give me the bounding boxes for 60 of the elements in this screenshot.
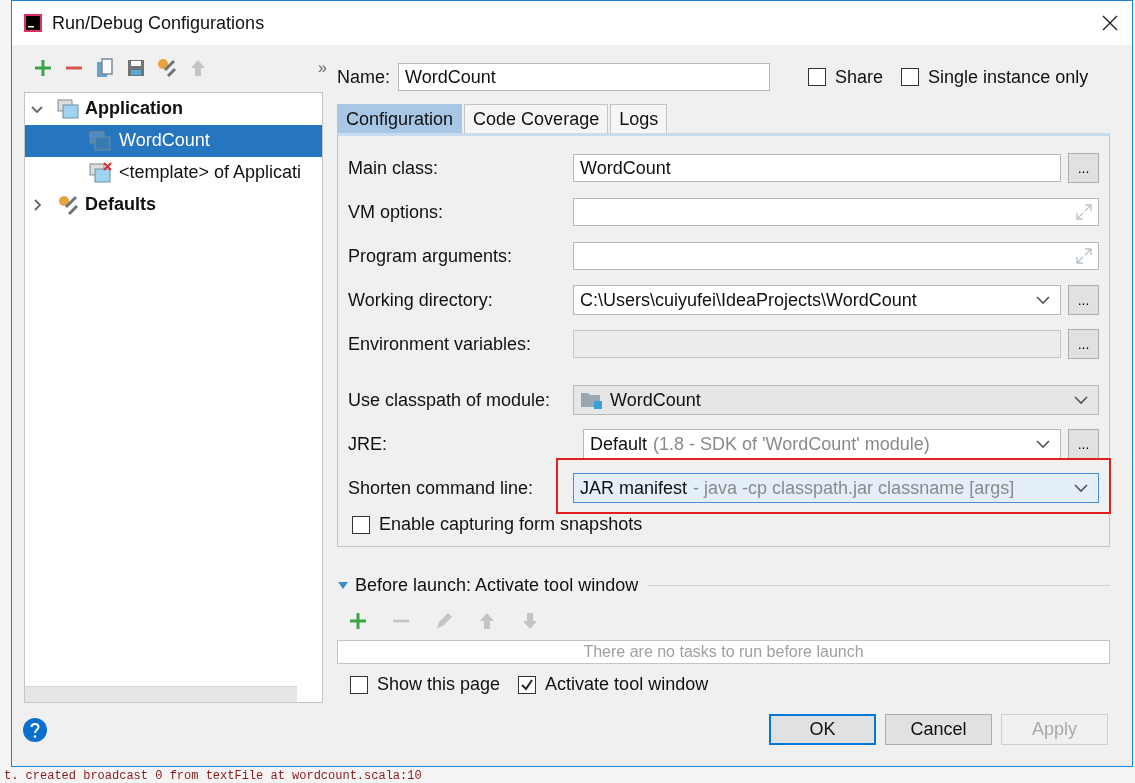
tree-item[interactable]: Application [25, 92, 322, 125]
field-label: JRE: [348, 433, 388, 455]
module-dropdown[interactable]: WordCount [573, 385, 1099, 415]
checkbox[interactable]: Show this page [350, 674, 501, 695]
caret-icon[interactable] [1074, 395, 1088, 405]
add-icon[interactable] [347, 610, 369, 632]
chevron-icon[interactable] [31, 198, 43, 211]
help-icon[interactable] [23, 717, 47, 742]
console-text: t. created broadcast 0 from textFile at wordcount.scala:10 [4, 769, 422, 783]
text-field[interactable]: WordCount [573, 154, 1061, 182]
scrollbar[interactable] [25, 686, 297, 702]
dialog-button[interactable]: Cancel [885, 714, 992, 745]
expand-icon[interactable] [1076, 204, 1092, 220]
section-title: Before launch: Activate tool window [355, 575, 639, 596]
dropdown[interactable]: Default (1.8 - SDK of 'WordCount' module) [583, 429, 1061, 459]
tree-item[interactable]: <template> of Applicati [25, 156, 322, 189]
browse-button[interactable]: ... [1068, 285, 1099, 315]
wrench-icon [57, 194, 79, 215]
field-label: Program arguments: [348, 245, 514, 267]
window-icon [57, 98, 79, 119]
tab[interactable]: Configuration [337, 104, 463, 133]
caret-icon[interactable] [1036, 439, 1050, 449]
dropdown[interactable]: JAR manifest - java -cp classpath.jar classname [args] [573, 473, 1099, 503]
check-icon [520, 677, 535, 692]
tree-item[interactable]: WordCount [25, 124, 322, 157]
field-label: Working directory: [348, 289, 494, 311]
template-icon [89, 161, 113, 184]
dropdown[interactable]: C:\Users\cuiyufei\IdeaProjects\WordCount [573, 285, 1061, 315]
checkbox[interactable]: Activate tool window [518, 674, 709, 695]
empty-list-text: There are no tasks to run before launch [583, 643, 864, 661]
window-icon [89, 129, 113, 152]
text-field[interactable] [573, 198, 1099, 226]
field-label: Shorten command line: [348, 477, 535, 499]
field-label: VM options: [348, 201, 445, 223]
folder-icon [580, 390, 604, 410]
field-label: Main class: [348, 157, 440, 179]
checkbox[interactable]: Enable capturing form snapshots [352, 514, 1099, 535]
tree-item[interactable]: Defaults [25, 188, 322, 221]
caret-icon[interactable] [1036, 295, 1050, 305]
text-field[interactable] [573, 242, 1099, 270]
checkbox[interactable]: Share [808, 66, 884, 88]
name-label: Name: [337, 66, 390, 88]
expand-icon[interactable] [1076, 248, 1092, 264]
checkbox[interactable]: Single instance only [901, 66, 1089, 88]
collapse-icon[interactable] [337, 580, 349, 591]
field-label: Use classpath of module: [348, 389, 552, 411]
name-field[interactable]: WordCount [398, 63, 770, 91]
tab[interactable]: Code Coverage [464, 104, 609, 133]
close-icon[interactable] [1102, 15, 1118, 31]
tab[interactable]: Logs [610, 104, 668, 133]
dialog-button[interactable]: OK [769, 714, 876, 745]
caret-icon[interactable] [1074, 483, 1088, 493]
copy-icon[interactable] [94, 57, 116, 80]
window-title: Run/Debug Configurations [52, 12, 265, 34]
more-button[interactable]: » [318, 59, 327, 78]
browse-button[interactable]: ... [1068, 153, 1099, 183]
wrench-icon[interactable] [156, 57, 178, 80]
app-icon [24, 14, 42, 32]
field-label: Environment variables: [348, 333, 533, 355]
browse-button[interactable]: ... [1068, 429, 1099, 459]
